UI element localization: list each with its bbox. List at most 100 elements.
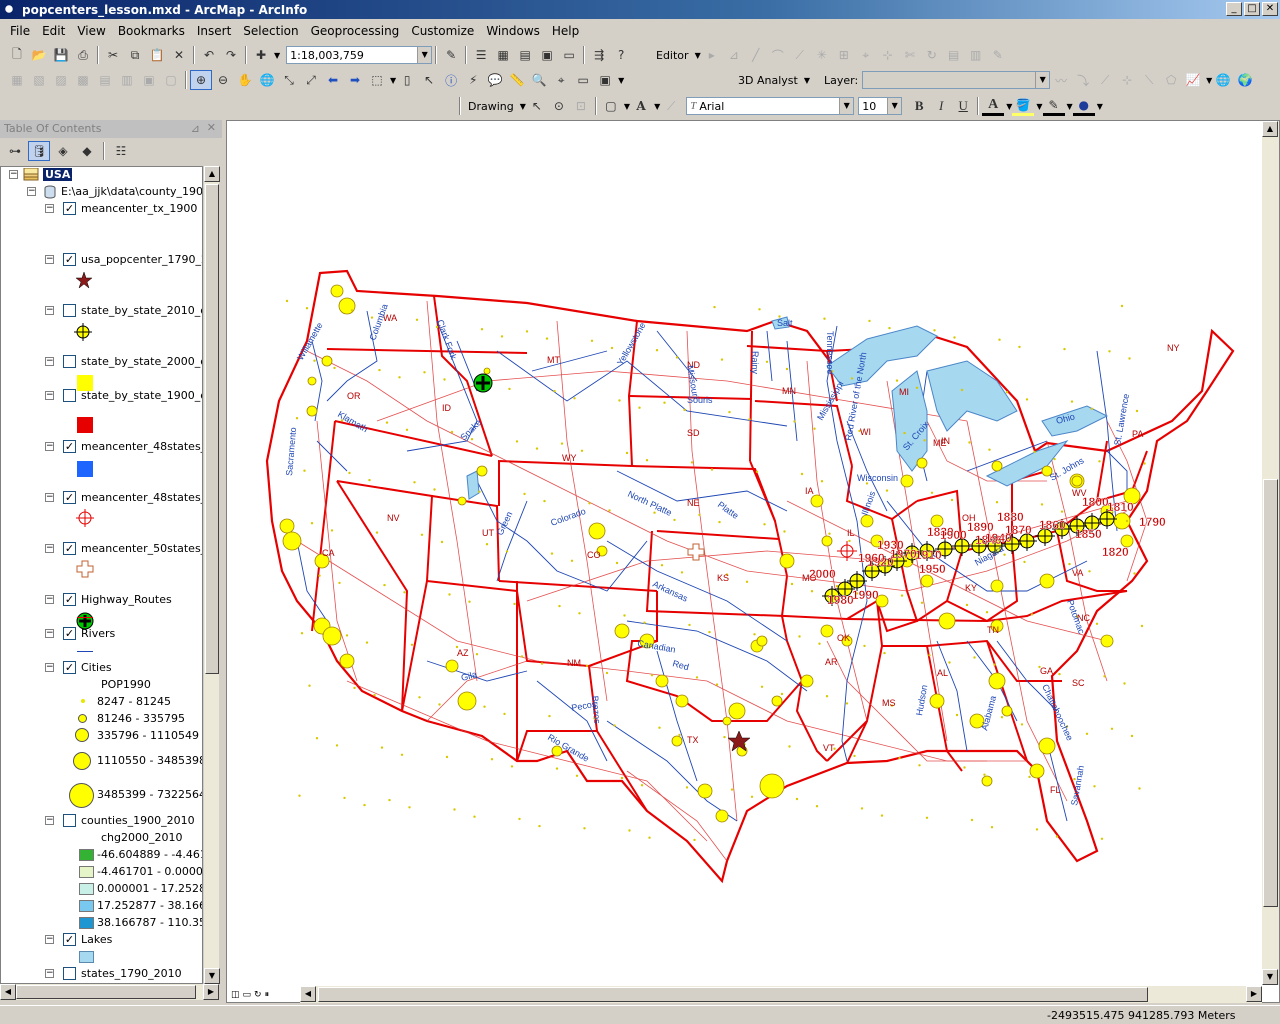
fixed-zoom-in-icon[interactable]: ⤡ xyxy=(278,70,300,90)
select-features-icon[interactable]: ⬚ xyxy=(366,70,388,90)
menu-windows[interactable]: Windows xyxy=(480,24,546,38)
rotate-element-icon[interactable]: ⊙ xyxy=(548,96,570,116)
new-document-icon[interactable]: 🗋 xyxy=(6,45,28,65)
edit-vertices-icon[interactable]: ⊞ xyxy=(833,45,855,65)
python-window-icon[interactable]: ▭ xyxy=(558,45,580,65)
save-icon[interactable]: 💾 xyxy=(50,45,72,65)
layer-checkbox[interactable]: ✓ xyxy=(63,593,76,606)
map-display[interactable]: WA OR ID MT ND MN SD WY NE NV UT CO KS CA AZ NM TX OK MO IA… xyxy=(226,120,1280,1003)
georef-links-icon[interactable]: ▤ xyxy=(94,70,116,90)
paste-icon[interactable]: 📋 xyxy=(146,45,168,65)
viewer-window-icon[interactable]: ▣ xyxy=(594,70,616,90)
layer-cities[interactable]: Cities xyxy=(81,661,202,674)
delete-icon[interactable]: ✕ xyxy=(168,45,190,65)
forward-icon[interactable]: ➡ xyxy=(344,70,366,90)
print-icon[interactable]: ⎙ xyxy=(72,45,94,65)
map-vertical-scrollbar[interactable]: ▲ ▼ xyxy=(1262,121,1279,985)
bold-button[interactable]: B xyxy=(908,96,930,116)
layer-usa-popcenter[interactable]: usa_popcenter_1790_20 xyxy=(81,253,202,266)
redo-icon[interactable]: ↷ xyxy=(220,45,242,65)
chevron-down-icon[interactable]: ▼ xyxy=(1035,72,1050,88)
collapse-icon[interactable]: − xyxy=(9,170,18,179)
georef-update-icon[interactable]: ▢ xyxy=(160,70,182,90)
modelbuilder-icon[interactable]: ⇶ xyxy=(588,45,610,65)
menu-insert[interactable]: Insert xyxy=(191,24,237,38)
georef-shift-icon[interactable]: ▨ xyxy=(50,70,72,90)
3d-analyst-menu[interactable]: 3D Analyst xyxy=(734,74,802,87)
list-by-selection-icon[interactable]: ◆ xyxy=(76,141,98,161)
georef-icon[interactable]: ▦ xyxy=(6,70,28,90)
hyperlink-icon[interactable]: ⚡ xyxy=(462,70,484,90)
close-button[interactable]: ✕ xyxy=(1262,2,1278,16)
layer-rivers[interactable]: Rivers xyxy=(81,627,202,640)
reshape-icon[interactable]: ⌖ xyxy=(855,45,877,65)
fill-color-icon[interactable]: 🪣 xyxy=(1012,96,1035,116)
layer-checkbox[interactable] xyxy=(63,814,76,827)
collapse-icon[interactable]: − xyxy=(45,935,54,944)
pan-icon[interactable]: ✋ xyxy=(234,70,256,90)
chevron-down-icon[interactable]: ▼ xyxy=(887,98,902,114)
menu-help[interactable]: Help xyxy=(546,24,585,38)
layer-checkbox[interactable] xyxy=(63,389,76,402)
full-extent-icon[interactable]: 🌐 xyxy=(256,70,278,90)
zoom-to-selected-icon[interactable]: ⊡ xyxy=(570,96,592,116)
text-tool-icon[interactable]: A xyxy=(630,96,652,116)
arctoolbox-icon[interactable]: ▣ xyxy=(536,45,558,65)
map-scale-combo[interactable]: 1:18,003,759 ▼ xyxy=(286,46,433,64)
edit-tool-icon[interactable]: ▸ xyxy=(701,45,723,65)
end-point-arc-icon[interactable]: ⌒ xyxy=(767,45,789,65)
measure-icon[interactable]: 📏 xyxy=(506,70,528,90)
collapse-icon[interactable]: − xyxy=(27,187,36,196)
toc-vertical-scrollbar[interactable]: ▲ ▼ xyxy=(203,166,220,984)
options-icon[interactable]: ☷ xyxy=(110,141,132,161)
viewer-dropdown-icon[interactable]: ▼ xyxy=(618,76,624,85)
scroll-down-icon[interactable]: ▼ xyxy=(1262,969,1278,985)
drawing-menu[interactable]: Drawing xyxy=(464,100,518,113)
menu-geoprocessing[interactable]: Geoprocessing xyxy=(305,24,406,38)
layer-highway-routes[interactable]: Highway_Routes xyxy=(81,593,202,606)
layer-states-1790[interactable]: states_1790_2010 xyxy=(81,967,202,980)
layer-checkbox[interactable]: ✓ xyxy=(63,253,76,266)
layer-checkbox[interactable]: ✓ xyxy=(63,542,76,555)
3d-analyst-dropdown-icon[interactable]: ▼ xyxy=(804,76,810,85)
scroll-thumb[interactable] xyxy=(318,987,1148,1002)
scroll-left-icon[interactable]: ◀ xyxy=(300,986,316,1002)
minimize-button[interactable]: _ xyxy=(1226,2,1242,16)
menu-view[interactable]: View xyxy=(71,24,111,38)
list-by-source-icon[interactable]: 🛢 xyxy=(28,141,50,161)
map-horizontal-scrollbar[interactable]: ◀ ▶ xyxy=(300,986,1262,1003)
contour-icon[interactable]: 〰 xyxy=(1050,70,1072,90)
italic-button[interactable]: I xyxy=(930,96,952,116)
layer-meancenter-48-de[interactable]: meancenter_48states_de xyxy=(81,491,202,504)
interpolate-line-icon[interactable]: ⟍ xyxy=(1138,70,1160,90)
clear-selection-icon[interactable]: ▯ xyxy=(396,70,418,90)
collapse-icon[interactable]: − xyxy=(45,629,54,638)
scroll-thumb[interactable] xyxy=(1263,479,1278,907)
chevron-down-icon[interactable]: ▼ xyxy=(417,47,432,63)
toc-window-icon[interactable]: ☰ xyxy=(470,45,492,65)
find-icon[interactable]: 🔍 xyxy=(528,70,550,90)
pin-icon[interactable]: ⊿ xyxy=(191,122,200,135)
list-by-drawing-order-icon[interactable]: ⊶ xyxy=(4,141,26,161)
interpolate-point-icon[interactable]: ⊹ xyxy=(1116,70,1138,90)
layer-checkbox[interactable]: ✓ xyxy=(63,440,76,453)
layer-checkbox[interactable]: ✓ xyxy=(63,627,76,640)
undo-icon[interactable]: ↶ xyxy=(198,45,220,65)
collapse-icon[interactable]: − xyxy=(45,442,54,451)
marker-color-dropdown-icon[interactable]: ▼ xyxy=(1097,102,1103,111)
layer-checkbox[interactable]: ✓ xyxy=(63,202,76,215)
collapse-icon[interactable]: − xyxy=(45,595,54,604)
collapse-icon[interactable]: − xyxy=(45,255,54,264)
collapse-icon[interactable]: − xyxy=(45,663,54,672)
scroll-up-icon[interactable]: ▲ xyxy=(204,166,220,182)
time-slider-icon[interactable]: ▭ xyxy=(572,70,594,90)
html-popup-icon[interactable]: 💬 xyxy=(484,70,506,90)
layer-lakes[interactable]: Lakes xyxy=(81,933,202,946)
font-combo[interactable]: T Arial ▼ xyxy=(686,97,855,115)
zoom-out-icon[interactable]: ⊖ xyxy=(212,70,234,90)
refresh-icon[interactable]: ↻ xyxy=(254,990,262,1000)
scroll-up-icon[interactable]: ▲ xyxy=(1262,121,1278,137)
menu-bookmarks[interactable]: Bookmarks xyxy=(112,24,191,38)
point-icon[interactable]: ✳ xyxy=(811,45,833,65)
menu-edit[interactable]: Edit xyxy=(36,24,71,38)
